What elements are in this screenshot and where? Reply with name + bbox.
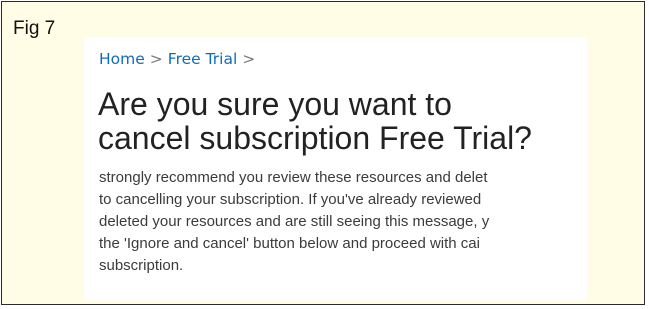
warning-message-line: strongly recommend you review these reso… <box>99 169 488 186</box>
figure-label: Fig 7 <box>13 18 56 39</box>
breadcrumb: Home > Free Trial > <box>99 50 260 68</box>
warning-message-line: subscription. <box>99 257 184 274</box>
cancel-subscription-panel: Home > Free Trial > Are you sure you want t… <box>84 37 587 300</box>
page-title: Are you sure you want to cancel subscrip… <box>98 87 532 155</box>
page-title-line-1: Are you sure you want to <box>98 86 452 122</box>
breadcrumb-separator: > <box>149 50 163 68</box>
breadcrumb-trailing-separator: > <box>242 50 256 68</box>
breadcrumb-free-trial-link[interactable]: Free Trial <box>168 50 238 68</box>
page-title-line-2: cancel subscription Free Trial? <box>98 120 532 156</box>
figure-frame: Fig 7 Home > Free Trial > Are you sure you … <box>1 1 645 305</box>
warning-message-line: to cancelling your subscription. If you'… <box>99 191 482 208</box>
warning-message: strongly recommend you review these reso… <box>99 167 587 277</box>
warning-message-line: deleted your resources and are still see… <box>99 213 490 230</box>
warning-message-line: the 'Ignore and cancel' button below and… <box>99 235 480 252</box>
breadcrumb-home-link[interactable]: Home <box>99 50 145 68</box>
